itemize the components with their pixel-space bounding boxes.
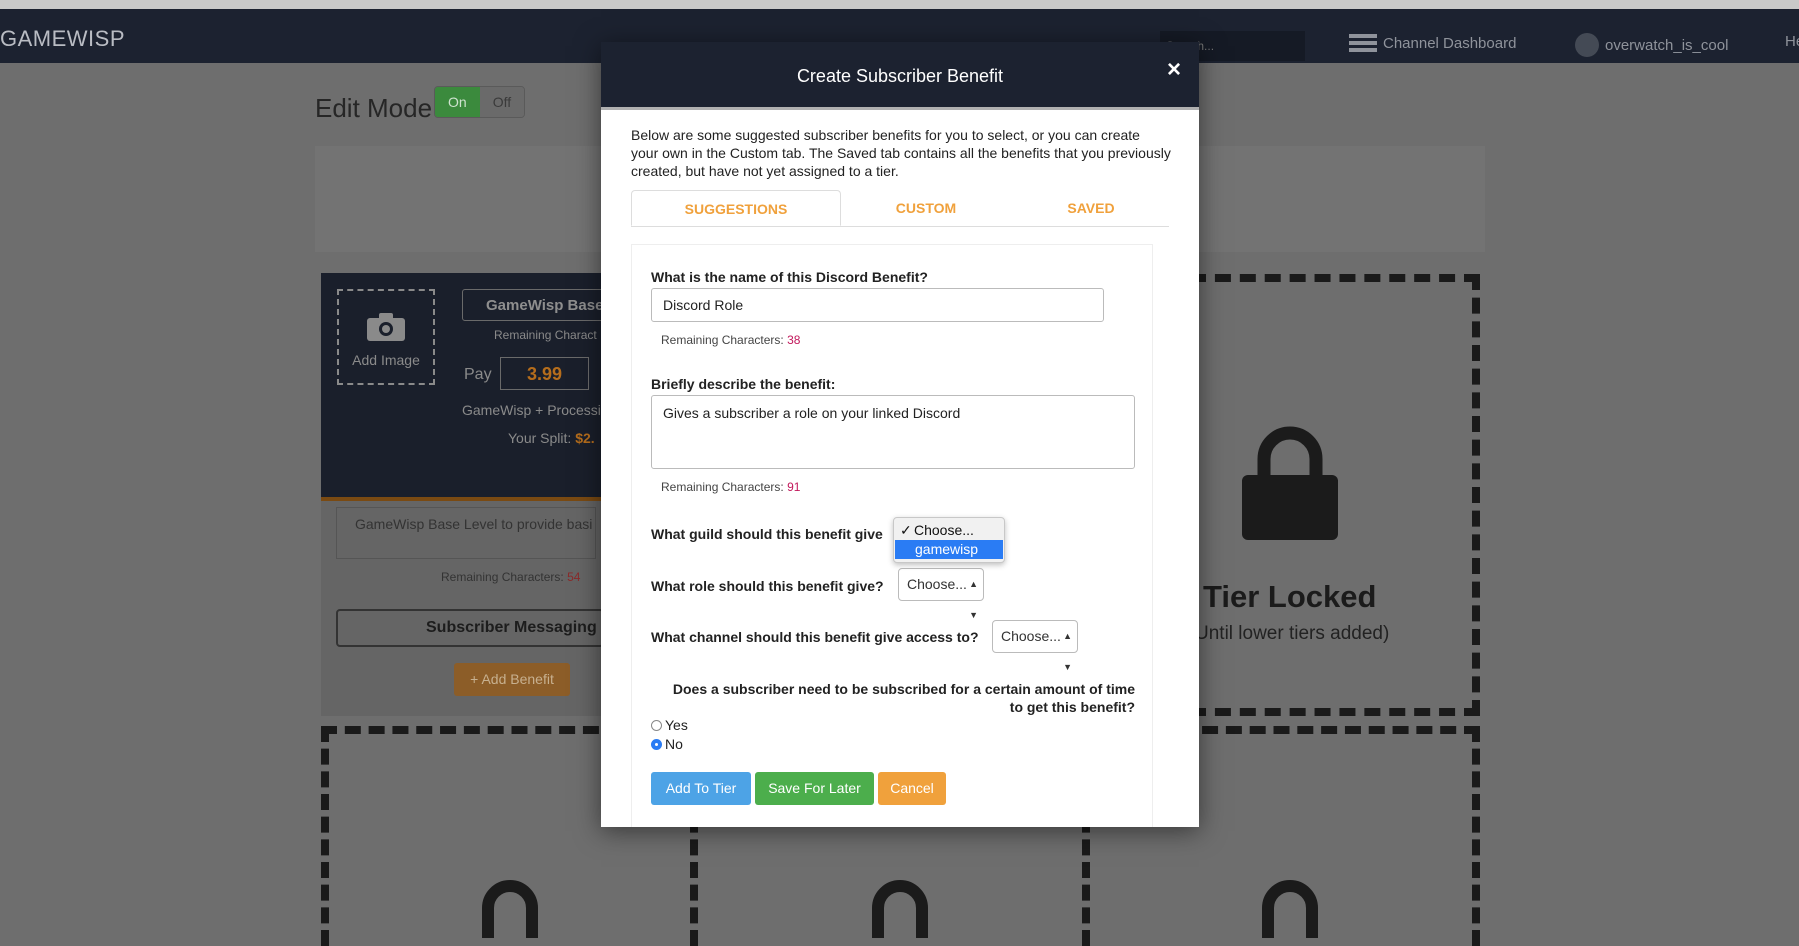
modal-header: Create Subscriber Benefit ×	[601, 42, 1199, 110]
lock-icon	[482, 880, 538, 938]
help-link[interactable]: He	[1785, 33, 1799, 50]
checkmark-icon: ✓	[900, 522, 912, 538]
radio-no-label: No	[665, 736, 683, 752]
lock-icon	[1242, 426, 1338, 540]
lock-icon	[1262, 880, 1318, 938]
your-split-value: $2.	[575, 430, 595, 446]
describe-remaining-value: 91	[787, 480, 801, 494]
add-to-tier-button[interactable]: Add To Tier	[651, 772, 751, 805]
radio-no-input[interactable]	[651, 738, 662, 750]
benefit-tabs: SUGGESTIONS CUSTOM SAVED	[631, 190, 1169, 227]
tier-description-field[interactable]: GameWisp Base Level to provide basi	[336, 507, 596, 559]
duration-question: Does a subscriber need to be subscribed …	[651, 680, 1135, 716]
save-for-later-button[interactable]: Save For Later	[755, 772, 874, 805]
benefit-description-textarea[interactable]: Gives a subscriber a role on your linked…	[651, 395, 1135, 469]
pay-label: Pay	[464, 366, 492, 383]
channel-select[interactable]: Choose... ▲ ▼	[992, 620, 1078, 672]
role-select-value: Choose...	[907, 576, 967, 592]
guild-option-gamewisp[interactable]: gamewisp	[895, 540, 1003, 559]
tier-desc-remaining-value: 54	[567, 570, 581, 584]
tier-desc-remaining: Remaining Characters: 54	[441, 570, 580, 584]
radio-no[interactable]: No	[651, 736, 683, 752]
edit-mode-label: Edit Mode	[315, 93, 433, 123]
duration-question-line2: to get this benefit?	[1009, 699, 1135, 715]
radio-yes[interactable]: Yes	[651, 717, 688, 733]
tier-remaining-label: Remaining Charact	[494, 328, 597, 342]
guild-question: What guild should this benefit give	[651, 526, 883, 542]
browser-chrome	[0, 0, 1799, 9]
radio-yes-input[interactable]	[651, 719, 662, 731]
tier-locked-title: Tier Locked	[1203, 579, 1377, 614]
chevron-updown-icon: ▲ ▼	[1063, 631, 1072, 672]
your-split: Your Split: $2.	[508, 430, 595, 446]
guild-option-choose[interactable]: ✓ Choose...	[894, 521, 1004, 540]
tier-name-field[interactable]: GameWisp Base	[462, 289, 622, 321]
dashboard-icon	[1349, 34, 1377, 52]
dashboard-label: Channel Dashboard	[1383, 34, 1517, 52]
tab-saved[interactable]: SAVED	[1031, 190, 1151, 226]
guild-option-label: Choose...	[914, 522, 974, 538]
channel-dashboard-link[interactable]: Channel Dashboard	[1349, 33, 1516, 53]
add-image-label: Add Image	[352, 352, 420, 368]
tier-card-header: Add Image GameWisp Base Remaining Charac…	[321, 273, 622, 501]
add-benefit-button[interactable]: + Add Benefit	[454, 663, 570, 696]
toggle-off[interactable]: Off	[479, 87, 525, 117]
guild-dropdown-menu[interactable]: ✓ Choose... gamewisp	[893, 517, 1005, 563]
add-image-button[interactable]: Add Image	[337, 289, 435, 385]
tier-card: Add Image GameWisp Base Remaining Charac…	[321, 273, 622, 716]
toggle-on[interactable]: On	[435, 87, 480, 117]
name-remaining-label: Remaining Characters:	[661, 333, 784, 347]
create-benefit-modal: Create Subscriber Benefit × Below are so…	[601, 42, 1199, 827]
duration-question-line1: Does a subscriber need to be subscribed …	[672, 681, 1135, 697]
role-select[interactable]: Choose... ▲ ▼	[898, 568, 984, 620]
name-remaining-value: 38	[787, 333, 801, 347]
user-menu[interactable]: overwatch_is_cool	[1575, 33, 1728, 57]
username: overwatch_is_cool	[1605, 36, 1729, 54]
avatar	[1575, 33, 1599, 57]
channel-select-value: Choose...	[1001, 628, 1061, 644]
tier-locked-subtitle: Until lower tiers added)	[1195, 623, 1390, 644]
camera-icon	[367, 313, 405, 341]
your-split-label: Your Split:	[508, 430, 572, 446]
benefit-name-question: What is the name of this Discord Benefit…	[651, 269, 928, 285]
lock-icon	[872, 880, 928, 938]
tier-desc-remaining-label: Remaining Characters:	[441, 570, 564, 584]
describe-remaining: Remaining Characters: 91	[661, 480, 800, 494]
chevron-updown-icon: ▲ ▼	[969, 579, 978, 620]
tab-custom[interactable]: CUSTOM	[866, 190, 986, 226]
brand-logo[interactable]: GAMEWISP	[0, 26, 125, 52]
benefit-name-input[interactable]	[651, 288, 1104, 322]
subscriber-messaging-button[interactable]: Subscriber Messaging	[336, 609, 604, 647]
cancel-button[interactable]: Cancel	[878, 772, 946, 805]
role-question: What role should this benefit give?	[651, 578, 884, 594]
radio-yes-label: Yes	[665, 717, 688, 733]
close-icon[interactable]: ×	[1167, 56, 1181, 84]
modal-title: Create Subscriber Benefit	[796, 66, 1004, 86]
tab-suggestions[interactable]: SUGGESTIONS	[631, 190, 841, 226]
describe-question: Briefly describe the benefit:	[651, 376, 836, 392]
processing-label: GameWisp + Processi	[462, 402, 601, 418]
modal-intro-text: Below are some suggested subscriber bene…	[631, 127, 1171, 179]
channel-question: What channel should this benefit give ac…	[651, 629, 979, 645]
price-field[interactable]: 3.99	[500, 357, 589, 390]
describe-remaining-label: Remaining Characters:	[661, 480, 784, 494]
edit-mode-toggle[interactable]: On Off	[434, 86, 526, 118]
name-remaining: Remaining Characters: 38	[661, 333, 800, 347]
